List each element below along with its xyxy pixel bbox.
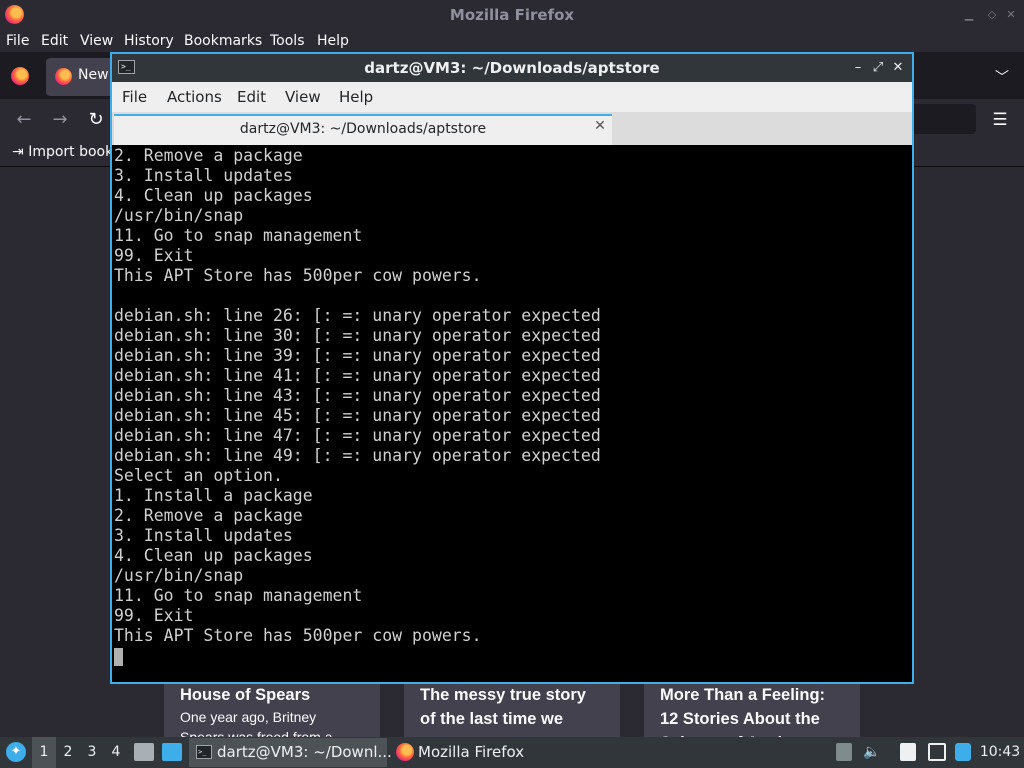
terminal-line: debian.sh: line 39: [: =: unary operator…	[114, 346, 601, 365]
firefox-menu-history[interactable]: History	[124, 33, 174, 49]
terminal-icon: >_	[196, 745, 212, 759]
firefox-menu-bookmarks[interactable]: Bookmarks	[184, 33, 262, 49]
firefox-view-icon[interactable]	[11, 67, 29, 85]
arrow-right-icon[interactable]: →	[48, 108, 72, 132]
firefox-tab-favicon-icon	[55, 68, 72, 85]
firefox-menu-edit[interactable]: Edit	[41, 33, 68, 49]
terminal-line: debian.sh: line 47: [: =: unary operator…	[114, 426, 601, 445]
terminal-line: 3. Install updates	[114, 526, 293, 545]
desktop-switch-1[interactable]: 1	[32, 737, 56, 768]
firefox-window-title: Mozilla Firefox	[449, 6, 575, 24]
terminal-menu-file[interactable]: File	[122, 88, 147, 106]
terminal-line: /usr/bin/snap	[114, 566, 244, 585]
terminal-menu-edit[interactable]: Edit	[237, 88, 266, 106]
desktop-switch-2[interactable]: 2	[56, 737, 80, 768]
terminal-tab-label: dartz@VM3: ~/Downloads/aptstore	[239, 121, 487, 137]
terminal-line: 3. Install updates	[114, 166, 293, 185]
terminal-line: 2. Remove a package	[114, 506, 303, 525]
update-notifier-icon[interactable]	[955, 743, 971, 761]
import-bookmarks-button[interactable]: ⇥ Import book	[12, 144, 113, 160]
clipboard-tray-icon[interactable]	[836, 743, 852, 761]
terminal-line: debian.sh: line 30: [: =: unary operator…	[114, 326, 601, 345]
terminal-line: 11. Go to snap management	[114, 226, 363, 245]
taskbar-clock[interactable]: 10:43	[978, 737, 1022, 768]
import-bookmarks-label: Import book	[28, 144, 114, 160]
terminal-line: 4. Clean up packages	[114, 546, 313, 565]
terminal-prompt-line	[114, 646, 910, 666]
story-title: More Than a Feeling: 12 Stories About th…	[660, 686, 826, 737]
app-launcher-icon[interactable]: ✦	[6, 742, 26, 762]
desktop-switch-3[interactable]: 3	[80, 737, 104, 768]
firefox-menu-view[interactable]: View	[80, 33, 113, 49]
close-icon[interactable]: ✕	[1004, 8, 1018, 22]
volume-icon[interactable]: 🔈	[862, 743, 882, 761]
terminal-menubar	[112, 82, 912, 112]
terminal-output[interactable]: 2. Remove a package 3. Install updates 4…	[114, 146, 910, 682]
story-card[interactable]: The messy true story of the last time we	[404, 680, 620, 737]
terminal-line: debian.sh: line 49: [: =: unary operator…	[114, 446, 601, 465]
firefox-tab-label: New	[78, 67, 109, 83]
terminal-window-title: dartz@VM3: ~/Downloads/aptstore	[364, 59, 660, 77]
story-card[interactable]: House of Spears One year ago, Britney Sp…	[164, 680, 380, 737]
terminal-menu-actions[interactable]: Actions	[167, 88, 222, 106]
maximize-icon[interactable]: ⤢	[870, 59, 886, 77]
notes-tray-icon[interactable]	[900, 743, 916, 761]
close-icon[interactable]: ✕	[890, 59, 906, 77]
terminal-window: >_ dartz@VM3: ~/Downloads/aptstore – ⤢ ✕…	[110, 52, 914, 684]
terminal-line: debian.sh: line 43: [: =: unary operator…	[114, 386, 601, 405]
terminal-line: debian.sh: line 41: [: =: unary operator…	[114, 366, 601, 385]
terminal-line: 1. Install a package	[114, 486, 313, 505]
terminal-menu-view[interactable]: View	[285, 88, 321, 106]
chevron-down-icon[interactable]: ﹀	[995, 67, 1009, 87]
show-desktop-icon[interactable]	[162, 743, 182, 761]
hamburger-icon[interactable]: ☰	[988, 108, 1012, 132]
firefox-menu-tools[interactable]: Tools	[270, 33, 305, 49]
terminal-line: 11. Go to snap management	[114, 586, 363, 605]
url-bar[interactable]	[912, 104, 976, 134]
terminal-line: 4. Clean up packages	[114, 186, 313, 205]
network-icon[interactable]	[928, 743, 946, 761]
firefox-menu-file[interactable]: File	[6, 33, 29, 49]
terminal-line: /usr/bin/snap	[114, 206, 244, 225]
firefox-menu-help[interactable]: Help	[317, 33, 349, 49]
import-icon: ⇥	[12, 144, 29, 160]
terminal-line: debian.sh: line 26: [: =: unary operator…	[114, 306, 601, 325]
minimize-icon[interactable]: –	[850, 59, 866, 77]
terminal-menu-help[interactable]: Help	[339, 88, 373, 106]
terminal-line: 2. Remove a package	[114, 146, 303, 165]
file-manager-icon[interactable]	[134, 743, 154, 761]
close-tab-icon[interactable]: ✕	[592, 118, 608, 134]
terminal-line: debian.sh: line 45: [: =: unary operator…	[114, 406, 601, 425]
terminal-line: 99. Exit	[114, 246, 194, 265]
reload-icon[interactable]: ↻	[84, 108, 108, 132]
terminal-line: This APT Store has 500per cow powers.	[114, 266, 482, 285]
story-excerpt: One year ago, Britney Spears was freed f…	[180, 709, 333, 737]
terminal-line: This APT Store has 500per cow powers.	[114, 626, 482, 645]
minimize-icon[interactable]: ▁	[962, 8, 976, 22]
maximize-icon[interactable]: ◇	[985, 8, 999, 22]
taskbar-task-firefox[interactable]: Mozilla Firefox	[392, 738, 572, 767]
arrow-left-icon[interactable]: ←	[12, 108, 36, 132]
terminal-line: Select an option.	[114, 466, 283, 485]
firefox-icon	[396, 743, 414, 761]
taskbar-task-terminal[interactable]: dartz@VM3: ~/Downl...	[189, 738, 392, 767]
story-card[interactable]: More Than a Feeling: 12 Stories About th…	[644, 680, 860, 737]
terminal-line: 99. Exit	[114, 606, 194, 625]
story-title: House of Spears	[180, 686, 311, 704]
story-title: The messy true story of the last time we	[420, 686, 586, 728]
terminal-cursor	[114, 647, 123, 666]
desktop-switch-4[interactable]: 4	[104, 737, 128, 768]
